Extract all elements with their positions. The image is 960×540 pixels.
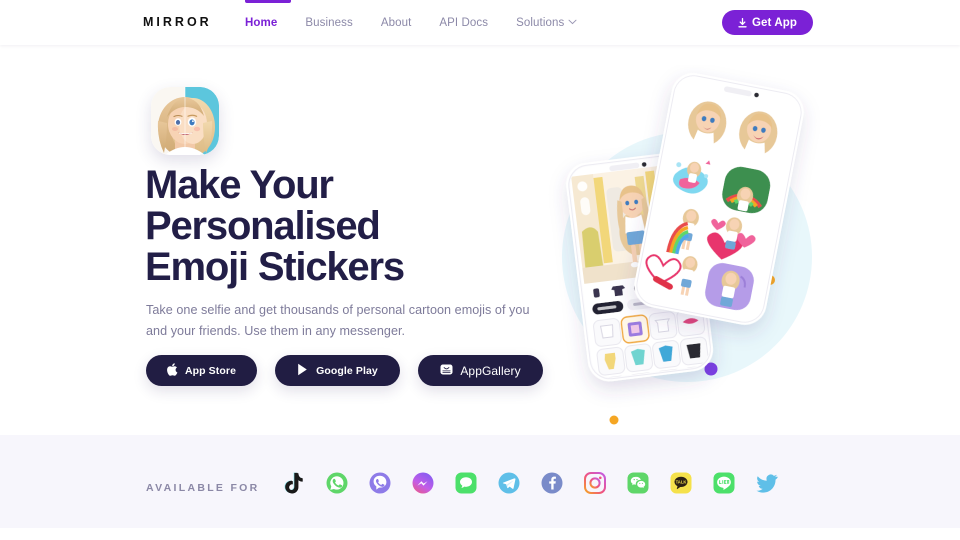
- chevron-down-icon: [568, 19, 577, 27]
- instagram-icon[interactable]: [583, 471, 607, 495]
- nav-label: Solutions: [516, 16, 565, 29]
- hero-illustration: [545, 65, 835, 425]
- headline-line-2: Personalised: [145, 204, 381, 248]
- app-icon-avatar: [151, 87, 219, 155]
- svg-text:TALK: TALK: [676, 479, 687, 484]
- nav-item-solutions[interactable]: Solutions: [502, 0, 591, 45]
- whatsapp-icon[interactable]: [325, 471, 349, 495]
- get-app-button[interactable]: Get App: [722, 10, 813, 35]
- nav-item-business[interactable]: Business: [291, 0, 366, 45]
- store-button-label: App Store: [184, 364, 237, 377]
- google-play-icon: [297, 363, 309, 379]
- telegram-icon[interactable]: [497, 471, 521, 495]
- site-logo[interactable]: MIRROR: [143, 15, 212, 29]
- nav-item-api-docs[interactable]: API Docs: [425, 0, 502, 45]
- messenger-icon[interactable]: [411, 471, 435, 495]
- appgallery-button[interactable]: AppGallery: [418, 355, 543, 386]
- footer-strip: [0, 528, 960, 540]
- wechat-icon[interactable]: [626, 471, 650, 495]
- google-play-button[interactable]: Google Play: [275, 355, 400, 386]
- line-icon[interactable]: [712, 471, 736, 495]
- headline-line-3: Emoji Stickers: [145, 245, 405, 289]
- get-app-label: Get App: [752, 16, 797, 29]
- site-header: MIRROR Home Business About API Docs Solu…: [0, 0, 960, 45]
- app-store-button[interactable]: App Store: [146, 355, 257, 386]
- facebook-icon[interactable]: [540, 471, 564, 495]
- store-button-label: AppGallery: [460, 363, 521, 378]
- landing-page: MIRROR Home Business About API Docs Solu…: [0, 0, 960, 540]
- imessage-icon[interactable]: [454, 471, 478, 495]
- hero-subtext: Take one selfie and get thousands of per…: [146, 303, 530, 338]
- hero-headline: Make Your Personalised Emoji Stickers: [145, 165, 565, 288]
- viber-icon[interactable]: [368, 471, 392, 495]
- available-for-label: AVAILABLE FOR: [146, 482, 260, 494]
- tiktok-icon[interactable]: [282, 471, 306, 495]
- available-for-section: AVAILABLE FOR TALK: [0, 435, 960, 528]
- nav-item-home[interactable]: Home: [245, 0, 292, 45]
- store-buttons-row: App Store Google Play AppGallery: [146, 355, 543, 386]
- appgallery-icon: [440, 363, 453, 379]
- main-navigation: Home Business About API Docs Solutions: [245, 0, 591, 45]
- store-button-label: Google Play: [316, 364, 378, 377]
- hero-section: Make Your Personalised Emoji Stickers Ta…: [0, 45, 960, 435]
- kakaotalk-icon[interactable]: TALK: [669, 471, 693, 495]
- nav-label: Home: [245, 16, 278, 29]
- platform-icons-list: TALK: [282, 471, 779, 495]
- nav-label: API Docs: [439, 16, 489, 29]
- twitter-icon[interactable]: [755, 471, 779, 495]
- nav-label: About: [380, 16, 412, 29]
- apple-icon: [167, 362, 178, 379]
- download-arrow-icon: [738, 17, 747, 28]
- active-tab-underline: [245, 0, 292, 3]
- nav-label: Business: [305, 16, 353, 29]
- orange-dot-bottom: [609, 415, 619, 425]
- headline-line-1: Make Your: [145, 163, 334, 207]
- nav-item-about[interactable]: About: [367, 0, 426, 45]
